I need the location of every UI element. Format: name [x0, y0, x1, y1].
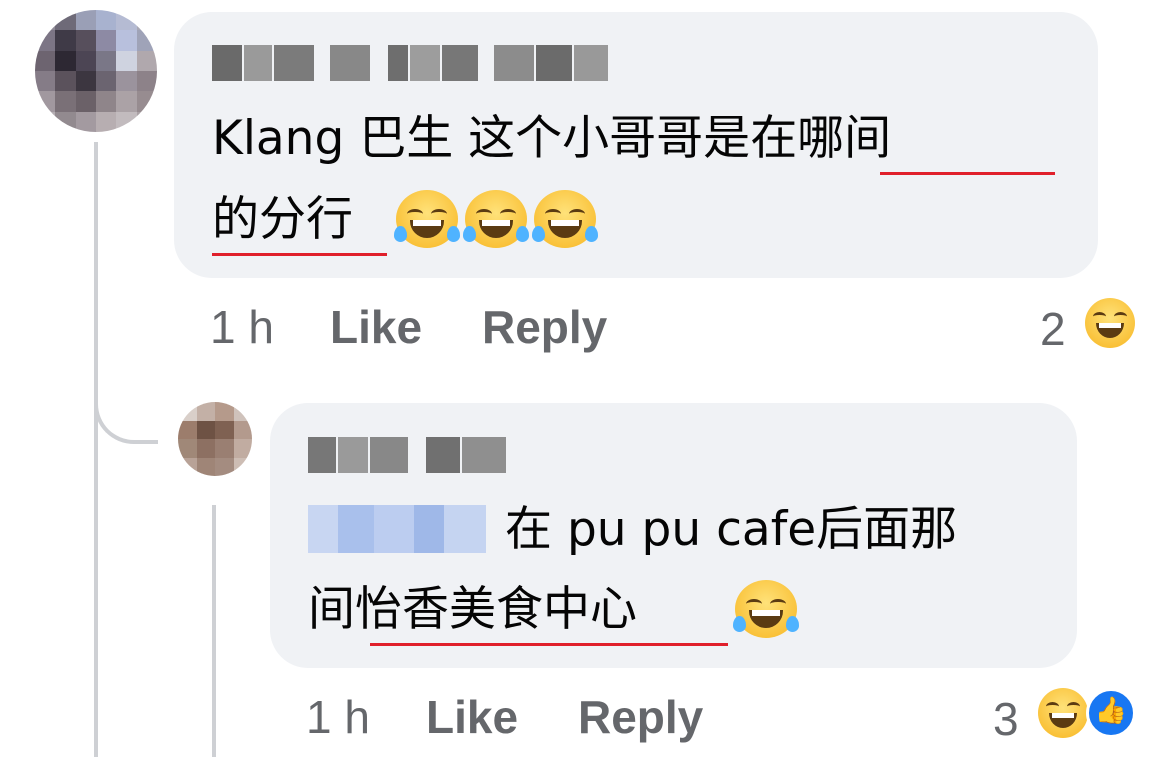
- reply-like-button[interactable]: Like: [426, 690, 518, 744]
- thread-line-reply: [212, 505, 216, 757]
- reply-text-plain: 间: [308, 582, 355, 637]
- reply-avatar[interactable]: [178, 402, 252, 476]
- reply-text: 在 pu pu cafe后面那: [505, 496, 957, 564]
- joy-emoji: [531, 190, 599, 248]
- haha-icon[interactable]: [1038, 688, 1088, 738]
- reaction-count[interactable]: 2: [1040, 302, 1066, 356]
- reply-reaction-count[interactable]: 3: [993, 692, 1019, 746]
- reply-button[interactable]: Reply: [482, 300, 607, 354]
- mention-tag[interactable]: [308, 505, 486, 553]
- thread-connector-curve: [94, 370, 158, 444]
- comment-text-marked: 在哪间: [750, 111, 892, 166]
- comment-text-line2: 的分行: [212, 186, 353, 254]
- red-underline: [370, 643, 728, 646]
- comment-text: Klang 巴生 这个小哥哥是在哪间: [212, 105, 1082, 173]
- like-icon[interactable]: 👍: [1086, 688, 1136, 738]
- joy-emoji: [462, 190, 530, 248]
- joy-emoji: [732, 580, 800, 638]
- red-underline: [212, 253, 387, 256]
- haha-icon[interactable]: [1085, 298, 1135, 348]
- reply-author-name[interactable]: [308, 437, 506, 473]
- thread-line-main: [94, 142, 98, 757]
- reply-timestamp[interactable]: 1 h: [306, 690, 370, 744]
- reply-text-marked: 怡香美食中心: [355, 582, 637, 637]
- author-name[interactable]: [212, 45, 608, 81]
- reply-text-line2: 间怡香美食中心: [308, 576, 637, 644]
- red-underline: [880, 172, 1055, 175]
- timestamp[interactable]: 1 h: [210, 300, 274, 354]
- like-button[interactable]: Like: [330, 300, 422, 354]
- joy-emoji: [393, 190, 461, 248]
- reply-text-line1: 在 pu pu cafe后面那: [505, 502, 958, 557]
- avatar[interactable]: [35, 10, 157, 132]
- reply-reply-button[interactable]: Reply: [578, 690, 703, 744]
- comment-text-plain: Klang 巴生 这个小哥哥是: [212, 111, 751, 166]
- comment-text-marked-2: 的分行: [212, 192, 353, 247]
